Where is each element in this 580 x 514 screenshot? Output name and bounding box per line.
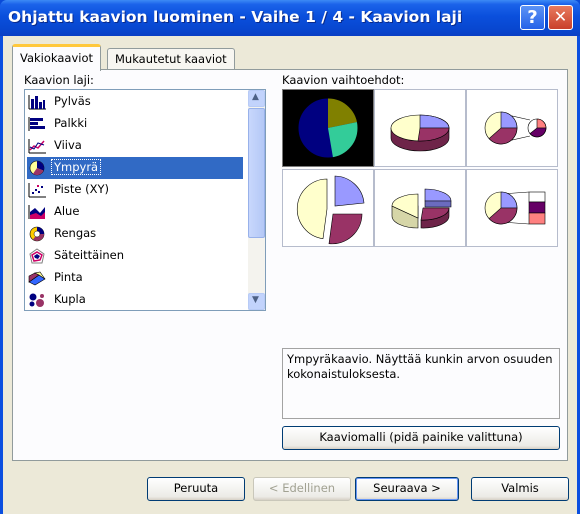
pie-chart-icon — [29, 160, 45, 176]
chart-type-item-line[interactable]: Viiva — [27, 135, 243, 157]
bubble-chart-icon — [29, 293, 44, 307]
subtype-exploded-pie-3d[interactable] — [374, 169, 466, 247]
chart-subtype-grid — [282, 89, 558, 247]
bar-of-pie-subtype-icon — [484, 191, 546, 225]
chart-type-label-area: Alue — [54, 204, 80, 218]
bar-chart-icon — [28, 117, 45, 131]
chart-type-label-bubble: Kupla — [54, 292, 86, 306]
chart-type-label-column: Pylväs — [54, 94, 91, 108]
chart-type-label: Kaavion laji: — [24, 73, 94, 87]
chart-type-item-doughnut[interactable]: Rengas — [27, 223, 243, 245]
close-button[interactable]: ✕ — [548, 5, 573, 30]
next-button[interactable]: Seuraava > — [355, 477, 459, 501]
chart-type-label-surface: Pinta — [54, 270, 83, 284]
area-chart-icon — [28, 205, 45, 219]
pie-3d-subtype-icon — [390, 114, 450, 152]
radar-chart-icon — [29, 248, 45, 264]
chart-type-list[interactable]: Pylväs Palkki Viiva Ympyrä Piste (XY) Al… — [24, 89, 266, 311]
scroll-down-button[interactable]: ▼ — [248, 293, 265, 310]
window-title: Ohjattu kaavion luominen - Vaihe 1 / 4 -… — [8, 8, 463, 26]
title-bar[interactable]: Ohjattu kaavion luominen - Vaihe 1 / 4 -… — [0, 0, 580, 36]
scroll-up-button[interactable]: ▲ — [248, 90, 265, 107]
tab-custom-types[interactable]: Mukautetut kaaviot — [107, 48, 235, 70]
line-chart-icon — [28, 139, 46, 154]
chart-description: Ympyräkaavio. Näyttää kunkin arvon osuud… — [282, 348, 560, 419]
scroll-down-icon: ▼ — [252, 295, 259, 305]
scroll-thumb[interactable] — [248, 108, 265, 238]
finish-button[interactable]: Valmis — [471, 477, 569, 501]
chart-type-item-column[interactable]: Pylväs — [27, 91, 243, 113]
exploded-pie-subtype-icon — [296, 175, 365, 245]
chart-type-label-line: Viiva — [54, 138, 82, 152]
subtype-pie[interactable] — [282, 89, 374, 167]
help-button[interactable]: ? — [520, 5, 545, 30]
tab-standard-types[interactable]: Vakiokaaviot — [12, 44, 102, 71]
chart-type-label-scatter: Piste (XY) — [54, 182, 109, 196]
chart-type-label-pie: Ympyrä — [50, 159, 102, 175]
chart-subtype-label: Kaavion vaihtoehdot: — [282, 73, 405, 87]
chart-type-item-scatter[interactable]: Piste (XY) — [27, 179, 243, 201]
close-icon: ✕ — [553, 7, 568, 26]
doughnut-chart-icon — [29, 226, 45, 242]
exploded-pie-3d-subtype-icon — [391, 188, 452, 229]
subtype-pie-3d[interactable] — [374, 89, 466, 167]
surface-chart-icon — [28, 271, 46, 286]
pie-subtype-icon — [297, 97, 359, 159]
scroll-up-icon: ▲ — [252, 92, 259, 102]
scatter-chart-icon — [28, 183, 46, 198]
preview-sample-button[interactable]: Kaaviomalli (pidä painike valittuna) — [282, 426, 560, 450]
pie-of-pie-subtype-icon — [484, 111, 547, 145]
help-icon: ? — [527, 7, 538, 28]
chart-type-item-radar[interactable]: Säteittäinen — [27, 245, 243, 267]
subtype-pie-of-pie[interactable] — [466, 89, 558, 167]
chart-type-label-bar: Palkki — [54, 116, 88, 130]
back-button[interactable]: < Edellinen — [253, 477, 351, 501]
chart-type-item-bar[interactable]: Palkki — [27, 113, 243, 135]
subtype-exploded-pie[interactable] — [282, 169, 374, 247]
chart-type-label-radar: Säteittäinen — [54, 248, 125, 262]
chart-type-item-surface[interactable]: Pinta — [27, 267, 243, 289]
dialog-body: Vakiokaaviot Mukautetut kaaviot Kaavion … — [3, 36, 577, 514]
cancel-button[interactable]: Peruuta — [147, 477, 245, 501]
chart-type-item-area[interactable]: Alue — [27, 201, 243, 223]
chart-type-item-bubble[interactable]: Kupla — [27, 289, 243, 310]
chart-type-item-pie[interactable]: Ympyrä — [27, 157, 243, 179]
chart-type-label-doughnut: Rengas — [54, 226, 97, 240]
chart-type-scrollbar[interactable]: ▲ ▼ — [248, 90, 265, 310]
subtype-bar-of-pie[interactable] — [466, 169, 558, 247]
standard-types-panel: Kaavion laji: Pylväs Palkki Viiva Ympyrä — [12, 69, 568, 461]
chart-wizard-window: Ohjattu kaavion luominen - Vaihe 1 / 4 -… — [0, 0, 580, 514]
column-chart-icon — [28, 95, 46, 110]
